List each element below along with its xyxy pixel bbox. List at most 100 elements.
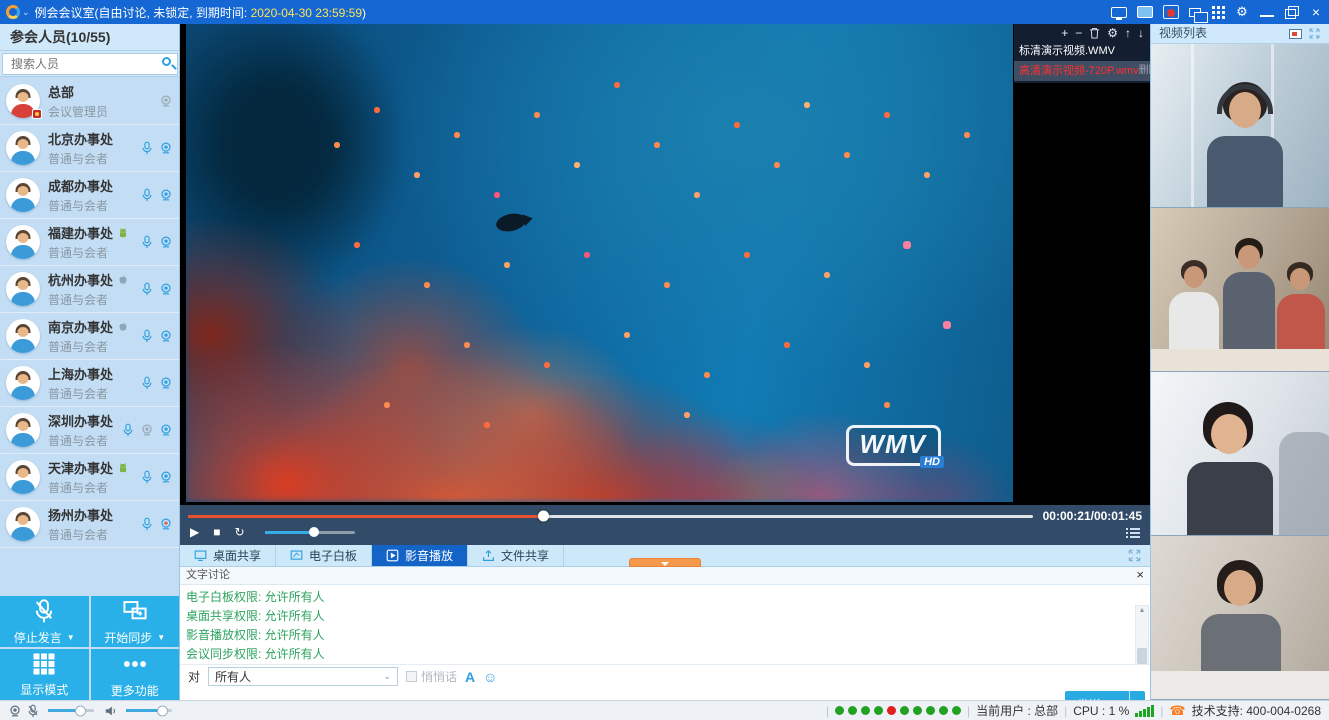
mic-icon[interactable] <box>121 423 135 437</box>
video-wall-icon[interactable] <box>1289 29 1302 39</box>
cpu-label: CPU : 1 % <box>1073 704 1129 718</box>
participant-row[interactable]: 杭州办事处普通与会者 <box>0 266 179 313</box>
maximize-button[interactable] <box>1285 5 1299 19</box>
record-icon[interactable] <box>1163 5 1179 19</box>
tab-desktop-share[interactable]: 桌面共享 <box>180 545 276 566</box>
search-input[interactable] <box>2 53 178 75</box>
mic-volume-slider[interactable] <box>48 709 94 712</box>
chat-scrollbar[interactable]: ▲ ▼ <box>1135 605 1149 664</box>
camera-icon[interactable] <box>159 94 173 108</box>
scrollbar-thumb[interactable] <box>1137 648 1147 664</box>
recipient-select[interactable]: 所有人 ⌄ <box>208 667 398 686</box>
whisper-checkbox[interactable] <box>406 671 417 682</box>
speaker-volume-slider[interactable] <box>126 709 172 712</box>
mic-icon[interactable] <box>140 517 154 531</box>
app-logo-icon[interactable] <box>6 5 20 19</box>
expand-panel-icon[interactable] <box>1308 27 1321 40</box>
chevron-down-icon[interactable]: ⌄ <box>22 7 30 18</box>
more-features-button[interactable]: 更多功能 <box>91 649 180 700</box>
tab-av-playback[interactable]: 影音播放 <box>372 545 468 566</box>
replay-button[interactable]: ↻ <box>234 523 244 541</box>
participant-row[interactable]: 上海办事处普通与会者 <box>0 360 179 407</box>
settings-gear-icon[interactable]: ⚙ <box>1235 5 1249 19</box>
participant-row[interactable]: 成都办事处普通与会者 <box>0 172 179 219</box>
playlist-move-up-icon[interactable]: ↑ <box>1125 27 1131 39</box>
participant-row[interactable]: 扬州办事处普通与会者 <box>0 501 179 548</box>
camera-icon[interactable] <box>159 188 173 202</box>
mic-icon[interactable] <box>140 235 154 249</box>
participant-row[interactable]: 总部会议管理员 <box>0 78 179 125</box>
mic-icon[interactable] <box>140 188 154 202</box>
mic-icon[interactable] <box>140 329 154 343</box>
mic-icon[interactable] <box>140 376 154 390</box>
layout-grid-icon[interactable] <box>1211 5 1225 19</box>
sync-screens-icon[interactable] <box>1189 8 1201 17</box>
playlist-delete-link[interactable]: 删除 <box>1139 61 1150 81</box>
participant-video-feed[interactable] <box>1151 208 1329 372</box>
camera-icon[interactable] <box>159 282 173 296</box>
mic-icon[interactable] <box>140 470 154 484</box>
participant-video-feed[interactable] <box>1151 372 1329 536</box>
close-button[interactable]: × <box>1309 5 1323 19</box>
participant-row[interactable]: 福建办事处普通与会者 <box>0 219 179 266</box>
display-mode-button[interactable]: 显示模式 <box>0 649 89 700</box>
tab-file-share[interactable]: 文件共享 <box>468 545 564 566</box>
video-progress-knob[interactable] <box>538 511 549 522</box>
avatar <box>6 366 40 400</box>
play-button[interactable]: ▶ <box>190 523 199 541</box>
playlist-move-down-icon[interactable]: ↓ <box>1138 27 1144 39</box>
search-icon[interactable] <box>162 57 171 66</box>
whisper-option[interactable]: 悄悄话 <box>406 668 457 685</box>
speaker-icon[interactable] <box>104 704 118 718</box>
caret-down-icon[interactable]: ▼ <box>67 633 75 642</box>
mic-icon[interactable] <box>140 141 154 155</box>
playlist-settings-icon[interactable]: ⚙ <box>1107 27 1118 39</box>
minimize-button[interactable] <box>1259 5 1275 19</box>
scroll-up-icon[interactable]: ▲ <box>1139 606 1146 616</box>
time-display: 00:00:21/00:01:45 <box>1043 509 1142 523</box>
participant-row[interactable]: 南京办事处普通与会者 <box>0 313 179 360</box>
mic-muted-status-icon[interactable] <box>26 704 40 718</box>
chat-close-icon[interactable]: × <box>1136 567 1144 584</box>
camera-icon[interactable] <box>159 470 173 484</box>
camera-icon[interactable] <box>159 329 173 343</box>
font-style-button[interactable]: A <box>465 669 475 685</box>
camera-icon[interactable] <box>159 141 173 155</box>
window-mode-icon[interactable] <box>1137 6 1153 18</box>
playlist-toggle-icon[interactable] <box>1126 527 1140 537</box>
playlist-remove-icon[interactable]: − <box>1075 27 1082 39</box>
screen-share-icon[interactable] <box>1111 7 1127 18</box>
file-share-icon <box>482 549 495 562</box>
tab-whiteboard[interactable]: 电子白板 <box>276 545 372 566</box>
playlist-item-selected[interactable]: 高清演示视频-720P.wmv删除 <box>1014 61 1150 81</box>
camera-off-icon[interactable] <box>140 423 154 437</box>
camera-icon[interactable] <box>159 376 173 390</box>
participant-video-feed[interactable] <box>1151 536 1329 700</box>
mic-icon[interactable] <box>140 282 154 296</box>
playlist-item[interactable]: 标清演示视频.WMV <box>1014 41 1150 61</box>
stop-speaking-button[interactable]: 停止发言▼ <box>0 596 89 647</box>
participant-row[interactable]: 北京办事处普通与会者 <box>0 125 179 172</box>
collapse-panel-handle[interactable] <box>629 558 701 567</box>
chat-message: 电子白板权限: 允许所有人 <box>186 588 1130 607</box>
button-label: 显示模式 <box>20 681 68 698</box>
camera-status-icon[interactable] <box>8 704 22 718</box>
playlist-trash-icon[interactable] <box>1089 27 1100 39</box>
camera-icon[interactable] <box>159 235 173 249</box>
video-progress-bar[interactable] <box>188 515 1033 518</box>
fullscreen-icon[interactable] <box>1127 548 1142 568</box>
playlist-add-icon[interactable]: + <box>1061 27 1068 39</box>
participant-row[interactable]: 深圳办事处普通与会者 <box>0 407 179 454</box>
participant-row[interactable]: 天津办事处普通与会者 <box>0 454 179 501</box>
volume-knob[interactable] <box>309 527 319 537</box>
participant-name: 上海办事处 <box>48 364 113 383</box>
camera-active-icon[interactable] <box>159 517 173 531</box>
volume-slider[interactable] <box>265 531 355 534</box>
participant-video-feed[interactable] <box>1151 44 1329 208</box>
start-sync-button[interactable]: 开始同步▼ <box>91 596 180 647</box>
caret-down-icon[interactable]: ▼ <box>157 633 165 642</box>
playing-video[interactable]: WMVHD <box>186 24 1013 502</box>
stop-button[interactable]: ■ <box>213 523 220 541</box>
camera-icon[interactable] <box>159 423 173 437</box>
emoji-icon[interactable]: ☺ <box>483 670 497 684</box>
